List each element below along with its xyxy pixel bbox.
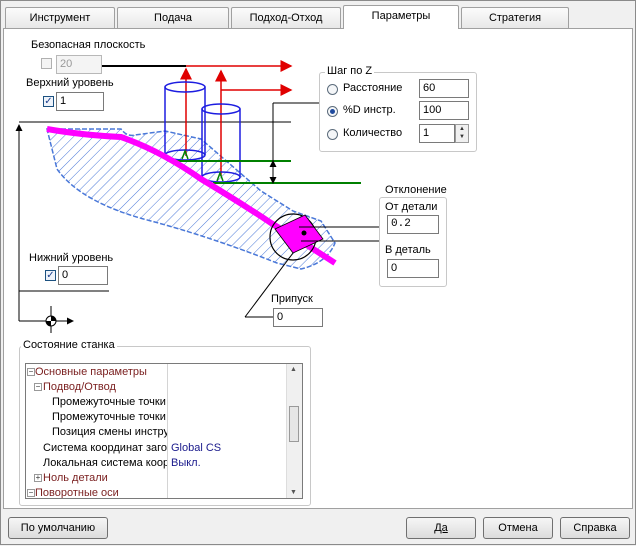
tree-row-tool-change[interactable]: Позиция смены инструмента <box>26 425 167 440</box>
bottom-level-checkbox[interactable]: ✓ <box>45 270 56 281</box>
top-level-label: Верхний уровень <box>26 77 114 89</box>
z-step-distance-label: Расстояние <box>343 82 403 94</box>
z-step-count-spinner[interactable]: ▲ ▼ <box>455 124 469 143</box>
tree-scrollbar[interactable]: ▲ ▼ <box>286 364 302 498</box>
z-step-distance-input[interactable]: 60 <box>419 79 469 98</box>
bottom-level-input[interactable]: 0 <box>58 266 108 285</box>
z-step-count-label: Количество <box>343 127 403 139</box>
tree-row-local-cs[interactable]: Локальная система координат Выкл. <box>26 456 288 471</box>
z-step-percent-input[interactable]: 100 <box>419 101 469 120</box>
safe-plane-checkbox[interactable] <box>41 58 52 69</box>
scroll-up-icon[interactable]: ▲ <box>290 366 297 373</box>
ok-button[interactable]: Да <box>406 517 476 539</box>
dialog-window: Инструмент Подача Подход-Отход Параметры… <box>0 0 636 545</box>
safe-plane-input[interactable]: 20 <box>56 55 102 74</box>
tree-row-main-params[interactable]: − Основные параметры <box>26 365 288 380</box>
z-step-percent-radio[interactable] <box>327 106 338 117</box>
safe-plane-label: Безопасная плоскость <box>31 39 146 51</box>
tree-row-intermediate-2[interactable]: Промежуточные точки <box>26 410 167 425</box>
bottom-level-label: Нижний уровень <box>29 252 114 264</box>
help-button[interactable]: Справка <box>560 517 630 539</box>
tree-row-workpiece-cs[interactable]: Система координат заготовки Global CS <box>26 441 288 456</box>
into-part-label: В деталь <box>385 244 431 256</box>
default-button[interactable]: По умолчанию <box>8 517 108 539</box>
cancel-button[interactable]: Отмена <box>483 517 553 539</box>
tree-row-intermediate-1[interactable]: Промежуточные точки <box>26 395 167 410</box>
scroll-thumb[interactable] <box>289 406 299 442</box>
z-step-count-radio[interactable] <box>327 129 338 140</box>
z-step-title: Шаг по Z <box>325 65 375 77</box>
scroll-down-icon[interactable]: ▼ <box>290 489 297 496</box>
from-part-input[interactable]: 0.2 <box>387 215 439 234</box>
collapse-icon[interactable]: − <box>27 489 35 497</box>
tab-parameters[interactable]: Параметры <box>343 5 459 29</box>
into-part-input[interactable]: 0 <box>387 259 439 278</box>
z-step-distance-radio[interactable] <box>327 84 338 95</box>
top-level-checkbox[interactable]: ✓ <box>43 96 54 107</box>
z-step-percent-label: %D инстр. <box>343 104 396 116</box>
deviation-title: Отклонение <box>385 184 447 196</box>
collapse-icon[interactable]: − <box>27 368 35 376</box>
machine-state-title: Состояние станка <box>21 339 117 351</box>
machine-state-tree[interactable]: − Основные параметры − Подвод/Отвод Пром… <box>25 363 303 499</box>
allowance-label: Припуск <box>271 293 313 305</box>
allowance-input[interactable]: 0 <box>273 308 323 327</box>
z-step-count-input[interactable]: 1 <box>419 124 455 143</box>
from-part-label: От детали <box>385 201 438 213</box>
top-level-input[interactable]: 1 <box>56 92 104 111</box>
expand-icon[interactable]: + <box>34 474 42 482</box>
collapse-icon[interactable]: − <box>34 383 42 391</box>
